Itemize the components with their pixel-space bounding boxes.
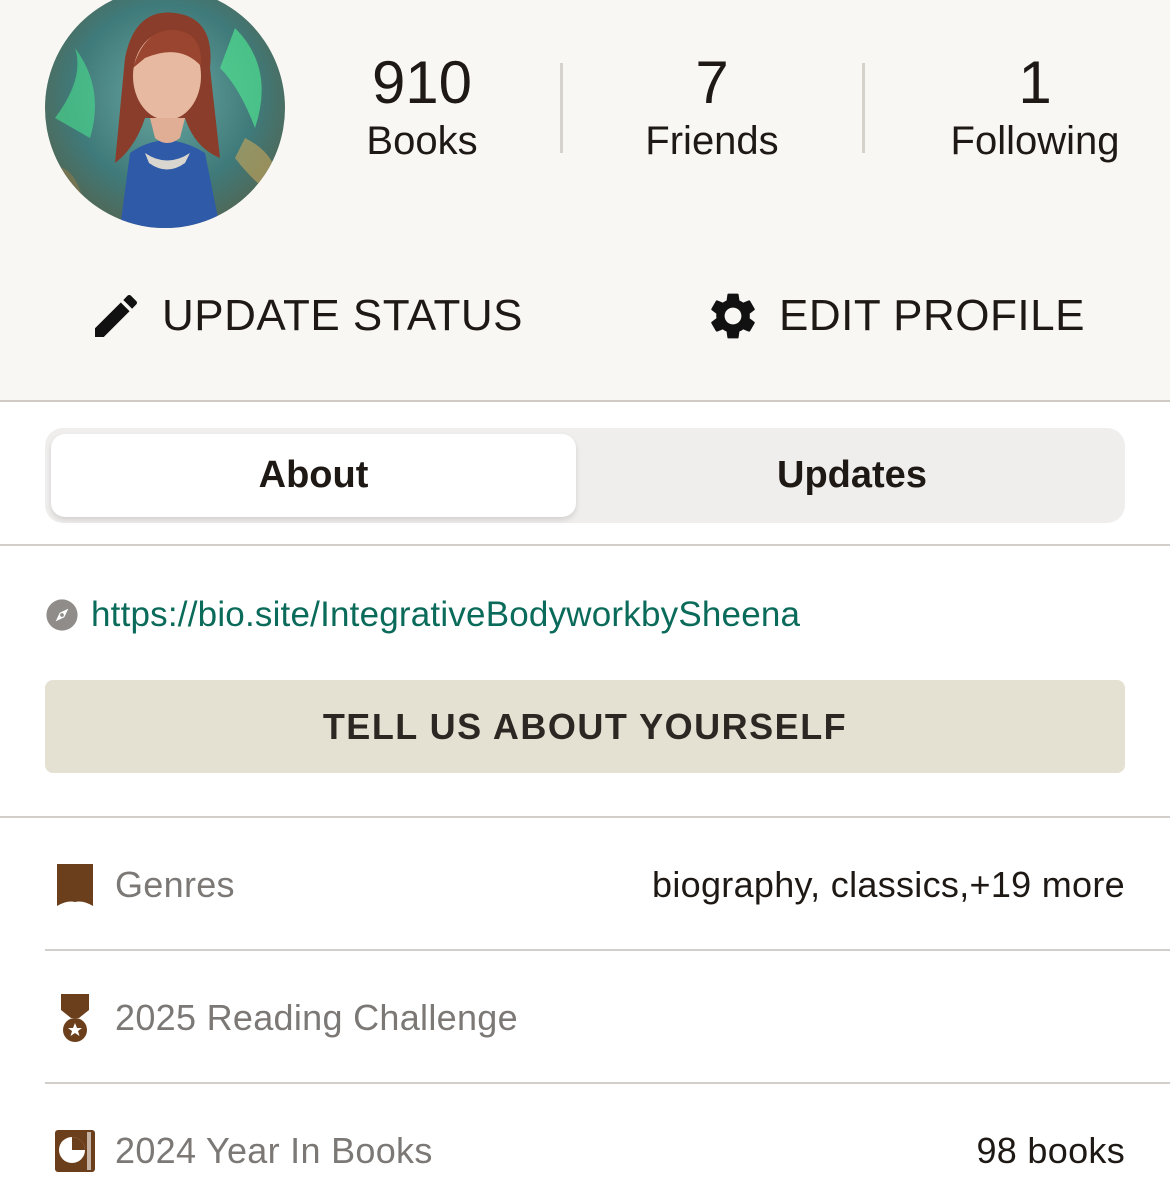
- year-in-books-icon: [45, 1123, 105, 1179]
- reading-challenge-row[interactable]: 2025 Reading Challenge: [45, 988, 1125, 1048]
- avatar-image: [45, 0, 285, 228]
- profile-header: 910 Books 7 Friends 1 Following UPDATE S…: [0, 0, 1170, 402]
- section-divider: [0, 816, 1170, 818]
- tab-updates[interactable]: Updates: [585, 434, 1119, 517]
- stat-divider: [862, 63, 865, 153]
- pencil-icon: [88, 288, 144, 344]
- stat-friends[interactable]: 7 Friends: [622, 50, 802, 166]
- books-count: 910: [371, 49, 473, 116]
- friends-label: Friends: [645, 119, 779, 163]
- avatar[interactable]: [45, 0, 285, 228]
- website-row[interactable]: https://bio.site/IntegrativeBodyworkbySh…: [45, 590, 800, 640]
- bookmark-icon: [45, 857, 105, 913]
- stat-following[interactable]: 1 Following: [935, 50, 1135, 166]
- stat-books[interactable]: 910 Books: [342, 50, 502, 166]
- following-count: 1: [1018, 49, 1052, 116]
- following-label: Following: [950, 119, 1120, 163]
- friends-count: 7: [695, 49, 729, 116]
- year-in-books-row[interactable]: 2024 Year In Books 98 books: [45, 1121, 1125, 1181]
- website-link[interactable]: https://bio.site/IntegrativeBodyworkbySh…: [91, 595, 800, 635]
- genres-value: biography, classics,+19 more: [652, 864, 1125, 905]
- edit-profile-button[interactable]: EDIT PROFILE: [705, 286, 1085, 346]
- genres-row[interactable]: Genres biography, classics,+19 more: [45, 855, 1125, 915]
- compass-icon: [45, 598, 79, 632]
- tab-about[interactable]: About: [51, 434, 576, 517]
- books-label: Books: [366, 119, 478, 163]
- row-divider: [45, 949, 1170, 951]
- section-divider: [0, 544, 1170, 546]
- year-in-books-label: 2024 Year In Books: [115, 1130, 433, 1171]
- update-status-button[interactable]: UPDATE STATUS: [88, 286, 523, 346]
- year-in-books-value: 98 books: [976, 1130, 1125, 1171]
- row-divider: [45, 1082, 1170, 1084]
- edit-profile-label: EDIT PROFILE: [779, 291, 1085, 340]
- reading-challenge-label: 2025 Reading Challenge: [115, 997, 518, 1038]
- stat-divider: [560, 63, 563, 153]
- tell-us-about-yourself-button[interactable]: TELL US ABOUT YOURSELF: [45, 680, 1125, 773]
- gear-icon: [705, 288, 761, 344]
- medal-icon: [45, 990, 105, 1046]
- update-status-label: UPDATE STATUS: [162, 291, 523, 340]
- profile-tabs: About Updates: [45, 428, 1125, 523]
- genres-label: Genres: [115, 864, 235, 905]
